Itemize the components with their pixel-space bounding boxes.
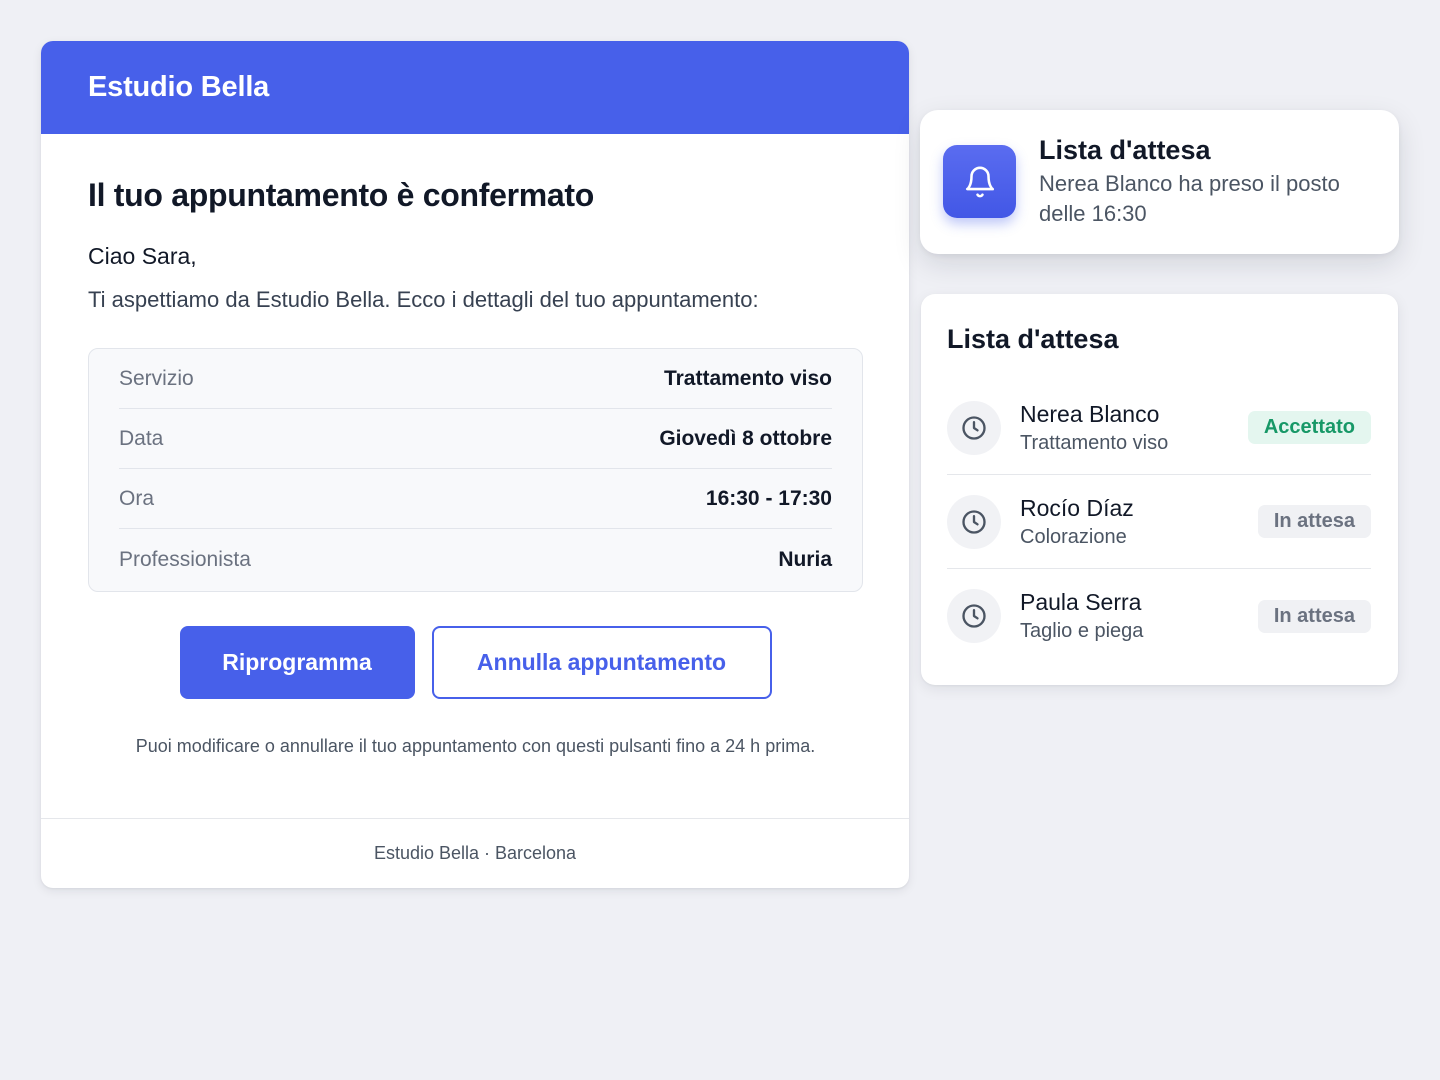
waitlist-item[interactable]: Nerea Blanco Trattamento viso Accettato xyxy=(947,381,1371,475)
bell-icon xyxy=(943,145,1016,218)
detail-row-date: Data Giovedì 8 ottobre xyxy=(119,409,832,469)
detail-row-professional: Professionista Nuria xyxy=(119,529,832,591)
email-footer: Estudio Bella · Barcelona xyxy=(41,818,909,888)
footer-text: Estudio Bella · Barcelona xyxy=(373,843,577,863)
waitlist-notification[interactable]: Lista d'attesa Nerea Blanco ha preso il … xyxy=(920,110,1399,254)
detail-value: Nuria xyxy=(778,548,832,571)
email-header: Estudio Bella xyxy=(41,41,909,134)
client-service: Taglio e piega xyxy=(1020,620,1144,642)
waitlist-item[interactable]: Rocío Díaz Colorazione In attesa xyxy=(947,475,1371,569)
client-name: Nerea Blanco xyxy=(1020,400,1160,427)
detail-value: Trattamento viso xyxy=(663,366,832,390)
clock-icon xyxy=(947,494,1001,549)
greeting-text: Ciao Sara, xyxy=(88,243,197,269)
detail-label: Servizio xyxy=(119,366,194,390)
clock-icon xyxy=(947,400,1001,455)
waitlist-panel: Lista d'attesa Nerea Blanco Trattamento … xyxy=(921,294,1398,685)
detail-value: Giovedì 8 ottobre xyxy=(659,426,832,450)
waitlist-list: Nerea Blanco Trattamento viso Accettato … xyxy=(947,381,1371,663)
brand-name: Estudio Bella xyxy=(88,71,270,103)
waitlist-item[interactable]: Paula Serra Taglio e piega In attesa xyxy=(947,569,1371,663)
email-title: Il tuo appuntamento è confermato xyxy=(88,177,594,213)
detail-label: Data xyxy=(119,426,164,450)
status-badge: In attesa xyxy=(1257,505,1371,538)
email-actions: Riprogramma Annulla appuntamento xyxy=(88,626,863,699)
detail-label: Ora xyxy=(119,486,155,510)
email-body: Il tuo appuntamento è confermato Ciao Sa… xyxy=(41,134,909,757)
detail-label: Professionista xyxy=(119,548,251,571)
intro-text: Ti aspettiamo da Estudio Bella. Ecco i d… xyxy=(88,287,759,312)
waitlist-title: Lista d'attesa xyxy=(947,324,1119,354)
reschedule-button[interactable]: Riprogramma xyxy=(179,626,415,699)
detail-row-service: Servizio Trattamento viso xyxy=(119,349,832,409)
waitlist-item-info: Nerea Blanco Trattamento viso xyxy=(1020,400,1248,456)
confirmation-email: Estudio Bella Il tuo appuntamento è conf… xyxy=(41,41,909,888)
client-name: Paula Serra xyxy=(1020,589,1142,615)
status-badge: In attesa xyxy=(1257,599,1371,633)
client-service: Trattamento viso xyxy=(1020,431,1169,454)
clock-icon xyxy=(947,589,1001,643)
waitlist-item-info: Paula Serra Taglio e piega xyxy=(1020,588,1258,644)
hint-text: Puoi modificare o annullare il tuo appun… xyxy=(135,736,816,756)
client-service: Colorazione xyxy=(1020,525,1127,548)
notification-message: Nerea Blanco ha preso il posto delle 16:… xyxy=(1039,171,1340,226)
notification-content: Lista d'attesa Nerea Blanco ha preso il … xyxy=(1039,134,1379,229)
notification-title: Lista d'attesa xyxy=(1039,135,1211,165)
detail-value: 16:30 - 17:30 xyxy=(705,486,832,510)
cancel-appointment-button[interactable]: Annulla appuntamento xyxy=(431,626,772,699)
status-badge: Accettato xyxy=(1247,411,1371,444)
detail-row-time: Ora 16:30 - 17:30 xyxy=(119,469,832,529)
appointment-details: Servizio Trattamento viso Data Giovedì 8… xyxy=(88,348,863,592)
waitlist-item-info: Rocío Díaz Colorazione xyxy=(1020,494,1258,550)
client-name: Rocío Díaz xyxy=(1020,494,1134,521)
